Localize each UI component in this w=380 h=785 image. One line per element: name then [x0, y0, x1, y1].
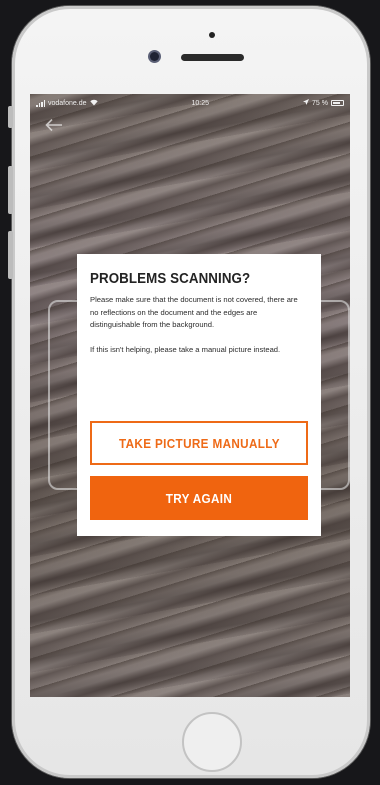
status-bar-right: 75 % — [303, 99, 344, 107]
mute-switch — [8, 106, 13, 128]
problems-scanning-dialog: PROBLEMS SCANNING? Please make sure that… — [77, 254, 321, 536]
earpiece-speaker — [181, 54, 244, 61]
battery-percentage: 75 % — [312, 99, 328, 107]
try-again-label: TRY AGAIN — [165, 490, 233, 506]
volume-up-button — [8, 166, 13, 214]
take-picture-manually-button[interactable]: TAKE PICTURE MANUALLY — [90, 421, 308, 465]
proximity-sensor — [209, 32, 215, 38]
location-icon — [303, 99, 310, 107]
front-camera — [150, 52, 159, 61]
try-again-button[interactable]: TRY AGAIN — [90, 476, 308, 520]
dialog-message: Please make sure that the document is no… — [90, 295, 298, 330]
camera-view: vodafone.de 10:25 75 % PROBLEMS SCANNING… — [30, 94, 350, 697]
status-bar: vodafone.de 10:25 75 % — [30, 94, 350, 112]
home-button[interactable] — [182, 712, 242, 772]
wifi-icon — [89, 99, 98, 108]
take-picture-manually-label: TAKE PICTURE MANUALLY — [118, 435, 280, 451]
back-arrow-icon[interactable] — [45, 116, 63, 136]
battery-icon — [330, 100, 344, 106]
signal-icon — [36, 99, 45, 107]
carrier-label: vodafone.de — [48, 99, 87, 107]
status-bar-left: vodafone.de — [36, 99, 98, 108]
dialog-title: PROBLEMS SCANNING? — [90, 271, 251, 287]
dialog-hint: If this isn't helping, please take a man… — [90, 344, 281, 354]
status-time: 10:25 — [191, 99, 210, 107]
volume-down-button — [8, 231, 13, 279]
